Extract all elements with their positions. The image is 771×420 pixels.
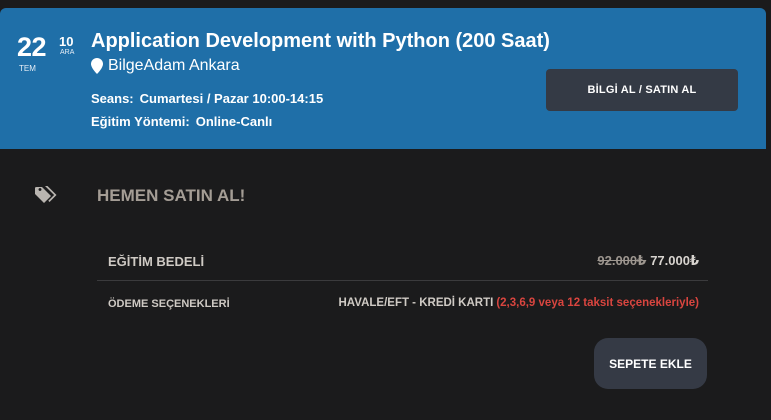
method-label: Eğitim Yöntemi: [91,114,190,129]
end-date-day: 10 [59,34,74,49]
start-date-day: 22 [17,32,47,62]
course-title: Application Development with Python (200… [91,30,550,52]
map-pin-icon [91,58,103,74]
tags-icon [35,186,57,203]
old-price: 92.000₺ [597,253,647,268]
payment-options-values: HAVALE/EFT - KREDİ KARTI (2,3,6,9 veya 12… [339,297,700,309]
location-text: BilgeAdam Ankara [108,57,240,74]
course-header: 22 TEM 10 ARA Application Development wi… [0,8,766,149]
course-location: BilgeAdam Ankara [91,57,240,75]
price-row: EĞİTİM BEDELİ 92.000₺ 77.000₺ [97,243,708,281]
method-value: Online-Canlı [195,114,273,129]
method-info: Eğitim Yöntemi: Online-Canlı [91,114,272,129]
info-buy-button[interactable]: BİLGİ AL / SATIN AL [546,69,738,111]
new-price: 77.000₺ [650,253,699,268]
buy-now-heading: HEMEN SATIN AL! [97,186,246,205]
add-to-cart-button[interactable]: SEPETE EKLE [594,338,707,389]
price-values: 92.000₺ 77.000₺ [597,253,699,269]
session-info: Seans: Cumartesi / Pazar 10:00-14:15 [91,91,323,106]
payment-options-label: ÖDEME SEÇENEKLERİ [108,298,230,310]
session-value: Cumartesi / Pazar 10:00-14:15 [139,91,324,106]
payment-methods: HAVALE/EFT - KREDİ KARTI [338,297,494,309]
session-label: Seans: [91,91,134,106]
start-date-month: TEM [19,64,36,73]
installment-options: (2,3,6,9 veya 12 taksit seçenekleriyle) [496,297,699,309]
end-date-month: ARA [60,49,75,56]
price-label: EĞİTİM BEDELİ [108,254,205,269]
